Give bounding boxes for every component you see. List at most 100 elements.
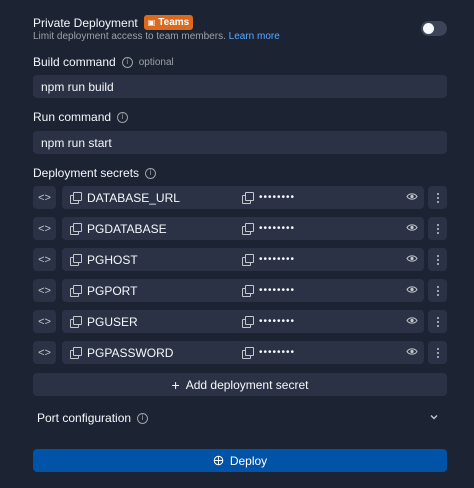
more-options-button[interactable] (428, 279, 447, 302)
secret-key-field[interactable]: PGHOST (62, 248, 256, 271)
secret-value-field[interactable]: •••••••• (234, 341, 424, 364)
code-brackets-icon: <> (38, 191, 51, 204)
more-options-button[interactable] (428, 310, 447, 333)
code-brackets-icon: <> (38, 346, 51, 359)
eye-icon[interactable] (406, 316, 418, 325)
run-command-input[interactable]: npm run start (33, 131, 447, 154)
info-icon[interactable]: i (145, 167, 157, 179)
code-toggle-button[interactable]: <> (33, 310, 56, 333)
secret-value-masked: •••••••• (259, 254, 296, 265)
private-deployment-description: Limit deployment access to team members.… (33, 31, 280, 42)
info-icon[interactable]: i (137, 412, 149, 424)
secret-key: PGUSER (87, 314, 138, 329)
secret-key: PGPORT (87, 283, 138, 298)
code-brackets-icon: <> (38, 284, 51, 297)
deploy-label: Deploy (229, 453, 268, 468)
copy-icon[interactable] (242, 223, 254, 235)
private-deployment-description-text: Limit deployment access to team members. (33, 31, 226, 42)
code-toggle-button[interactable]: <> (33, 341, 56, 364)
chevron-down-icon[interactable] (429, 413, 439, 421)
toggle-knob (423, 23, 434, 34)
code-toggle-button[interactable]: <> (33, 279, 56, 302)
deployment-secrets-label: Deployment secrets (33, 166, 140, 180)
copy-icon[interactable] (242, 192, 254, 204)
copy-icon[interactable] (242, 254, 254, 266)
more-options-button[interactable] (428, 217, 447, 240)
eye-icon[interactable] (406, 285, 418, 294)
secret-value-masked: •••••••• (259, 223, 296, 234)
secret-value-masked: •••••••• (259, 316, 296, 327)
copy-icon[interactable] (70, 316, 82, 328)
plus-icon: + (171, 376, 180, 393)
deployment-secrets-label-row: Deployment secrets i (33, 166, 157, 180)
secret-key-field[interactable]: PGUSER (62, 310, 256, 333)
copy-icon[interactable] (70, 347, 82, 359)
secret-row: <> PGHOST •••••••• (33, 248, 447, 271)
private-deployment-title: Private Deployment (33, 15, 138, 30)
secret-value-field[interactable]: •••••••• (234, 248, 424, 271)
optional-label: optional (138, 56, 174, 68)
private-deployment-header: Private Deployment ▣ Teams (33, 15, 194, 30)
copy-icon[interactable] (242, 347, 254, 359)
learn-more-link[interactable]: Learn more (229, 31, 280, 42)
teams-badge: ▣ Teams (143, 15, 194, 30)
secret-row: <> DATABASE_URL •••••••• (33, 186, 447, 209)
secret-value-masked: •••••••• (259, 285, 296, 296)
info-icon[interactable]: i (117, 111, 129, 123)
kebab-icon (436, 223, 439, 234)
run-command-value: npm run start (41, 135, 112, 150)
secret-key-field[interactable]: PGPORT (62, 279, 256, 302)
build-command-input[interactable]: npm run build (33, 75, 447, 98)
private-deployment-toggle[interactable] (421, 21, 447, 36)
copy-icon[interactable] (242, 285, 254, 297)
code-toggle-button[interactable]: <> (33, 217, 56, 240)
code-brackets-icon: <> (38, 222, 51, 235)
copy-icon[interactable] (242, 316, 254, 328)
copy-icon[interactable] (70, 285, 82, 297)
copy-icon[interactable] (70, 254, 82, 266)
secret-key: DATABASE_URL (87, 190, 180, 205)
kebab-icon (436, 347, 439, 358)
secret-key: PGDATABASE (87, 221, 167, 236)
secret-key-field[interactable]: PGPASSWORD (62, 341, 256, 364)
secret-value-field[interactable]: •••••••• (234, 217, 424, 240)
secret-value-field[interactable]: •••••••• (234, 279, 424, 302)
secret-key-field[interactable]: PGDATABASE (62, 217, 256, 240)
info-icon[interactable]: i (121, 56, 133, 68)
build-command-label-row: Build command i optional (33, 55, 174, 69)
build-command-label: Build command (33, 55, 116, 69)
secret-row: <> PGPASSWORD •••••••• (33, 341, 447, 364)
secret-row: <> PGUSER •••••••• (33, 310, 447, 333)
code-brackets-icon: <> (38, 253, 51, 266)
port-configuration-row[interactable]: Port configuration i (37, 411, 149, 425)
code-toggle-button[interactable]: <> (33, 186, 56, 209)
kebab-icon (436, 285, 439, 296)
build-command-value: npm run build (41, 79, 114, 94)
secret-key-field[interactable]: DATABASE_URL (62, 186, 256, 209)
more-options-button[interactable] (428, 341, 447, 364)
secret-value-masked: •••••••• (259, 192, 296, 203)
secret-value-field[interactable]: •••••••• (234, 310, 424, 333)
port-configuration-label: Port configuration (37, 411, 132, 425)
copy-icon[interactable] (70, 192, 82, 204)
more-options-button[interactable] (428, 186, 447, 209)
add-deployment-secret-label: Add deployment secret (185, 377, 309, 392)
deploy-button[interactable]: Deploy (33, 449, 447, 472)
code-toggle-button[interactable]: <> (33, 248, 56, 271)
secret-row: <> PGPORT •••••••• (33, 279, 447, 302)
deploy-icon (213, 455, 224, 466)
secret-key: PGPASSWORD (87, 345, 174, 360)
add-deployment-secret-button[interactable]: + Add deployment secret (33, 373, 447, 396)
eye-icon[interactable] (406, 223, 418, 232)
more-options-button[interactable] (428, 248, 447, 271)
eye-icon[interactable] (406, 347, 418, 356)
kebab-icon (436, 254, 439, 265)
secret-value-field[interactable]: •••••••• (234, 186, 424, 209)
run-command-label: Run command (33, 110, 112, 124)
eye-icon[interactable] (406, 254, 418, 263)
eye-icon[interactable] (406, 192, 418, 201)
copy-icon[interactable] (70, 223, 82, 235)
kebab-icon (436, 192, 439, 203)
code-brackets-icon: <> (38, 315, 51, 328)
secret-value-masked: •••••••• (259, 347, 296, 358)
